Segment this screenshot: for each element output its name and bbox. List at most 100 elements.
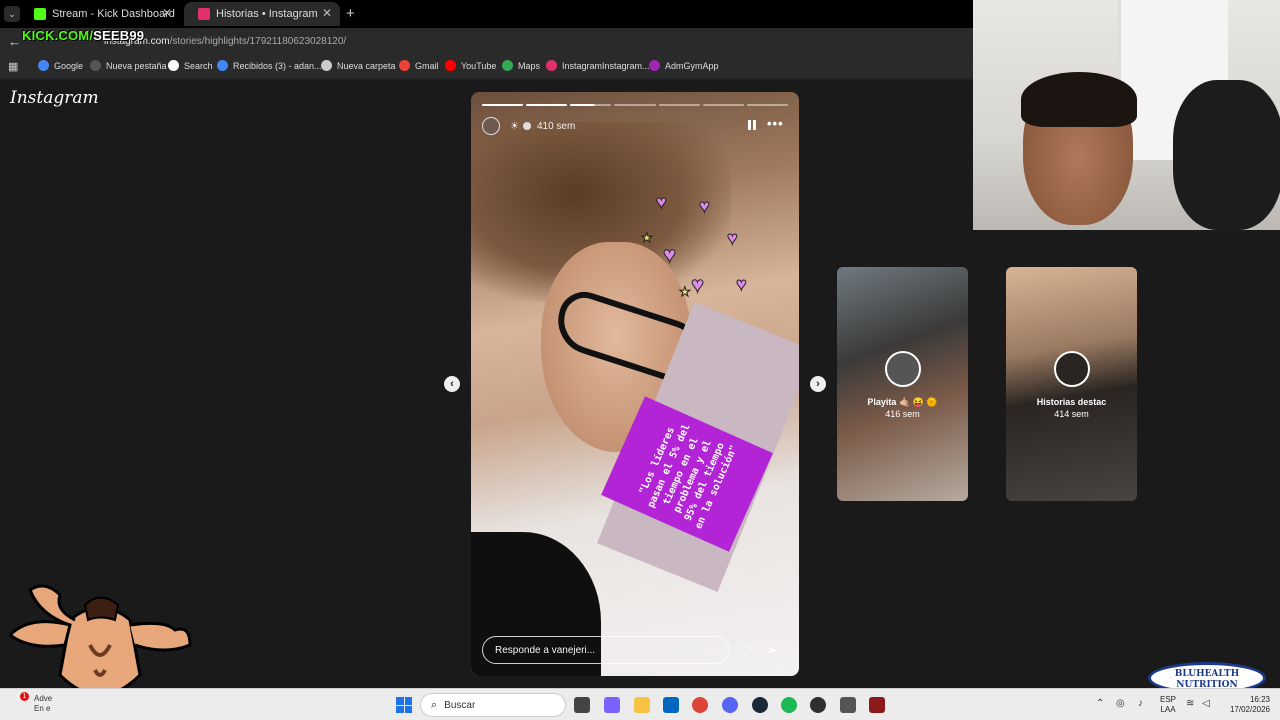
back-arrow-icon[interactable]: ← (8, 34, 21, 49)
heart-icon: ♥ (727, 228, 739, 249)
pause-icon[interactable] (748, 120, 756, 130)
wifi-icon[interactable]: ≋ (1186, 698, 1194, 709)
bookmark-label: Google (54, 60, 84, 71)
chevron-up-icon[interactable]: ⌃ (1096, 698, 1104, 709)
bookmark-item[interactable]: Search (168, 60, 213, 71)
stream-overlay-prefix: KICK.COM/ (22, 28, 94, 43)
discord-icon[interactable] (722, 697, 738, 713)
heart-icon: ♥ (656, 192, 668, 213)
spotify-icon[interactable] (781, 697, 797, 713)
apps-grid-icon[interactable]: ▦ (8, 61, 20, 73)
story-progress-segment (702, 104, 744, 106)
star-icon: ★ (679, 284, 692, 300)
brand-line-1: BLUHEALTH (1174, 669, 1240, 679)
avatar (885, 351, 921, 387)
language-line-2: LAA (1160, 705, 1176, 714)
bookmark-item[interactable]: AdmGymApp (649, 60, 719, 71)
highlight-time: 416 sem (885, 409, 920, 419)
highlight-name: Playita 🤙🏼 😝 🌞 (867, 397, 938, 407)
bookmark-item[interactable]: InstagramInstagram... (546, 60, 650, 71)
task-view-icon[interactable] (574, 697, 590, 713)
youtube-icon (445, 60, 456, 71)
network-icon[interactable]: ◎ (1116, 698, 1125, 709)
tab-instagram-stories[interactable]: Historias • Instagram ✕ (184, 2, 340, 26)
microphone-icon[interactable]: ♪ (1138, 698, 1143, 709)
highlight-preview-historias[interactable]: Historias destac 414 sem (1006, 267, 1137, 501)
highlight-name: Historias destac (1036, 397, 1107, 407)
bookmark-item[interactable]: Nueva carpeta (321, 60, 396, 71)
verified-icon (522, 122, 531, 130)
tab-title: Stream - Kick Dashboard (52, 8, 175, 20)
notification-widget[interactable]: Adve En e (34, 694, 52, 714)
instagram-logo[interactable]: Instagram (10, 88, 99, 108)
more-options-icon[interactable]: ••• (767, 116, 784, 131)
taskbar-search[interactable]: ⌕ Buscar (420, 693, 566, 717)
notification-badge[interactable]: 1 (20, 692, 29, 701)
bookmark-item[interactable]: Gmail (399, 60, 439, 71)
webcam-overlay (973, 0, 1280, 230)
app-icon[interactable] (840, 697, 856, 713)
bookmark-item[interactable]: Nueva pestaña (90, 60, 167, 71)
tab-search-button[interactable]: ⌄ (4, 6, 20, 22)
next-story-button[interactable]: › (810, 376, 826, 392)
bookmark-label: Search (184, 60, 213, 71)
page-icon (90, 60, 101, 71)
taskbar: 1 Adve En e ⌕ Buscar ⌃ ◎ ♪ ESP LAA ≋ ◁ 1… (0, 688, 1280, 720)
app-icon (649, 60, 660, 71)
heart-icon: ♥ (662, 242, 677, 268)
story-progress-segment (746, 104, 788, 106)
search-icon (168, 60, 179, 71)
story-viewer[interactable]: "Los líderes pasan el 5% del tiempo en e… (471, 92, 799, 676)
close-icon[interactable]: ✕ (162, 6, 172, 20)
widgets-icon[interactable] (604, 697, 620, 713)
reply-input[interactable] (482, 636, 730, 664)
google-icon (38, 60, 49, 71)
story-time: 410 sem (536, 120, 576, 132)
heart-like-icon[interactable]: ♡ (739, 641, 753, 661)
obs-icon[interactable] (810, 697, 826, 713)
steam-icon[interactable] (752, 697, 768, 713)
previous-story-button[interactable]: ‹ (444, 376, 460, 392)
notification-line-2: En e (34, 704, 51, 713)
search-icon: ⌕ (431, 698, 438, 711)
send-icon[interactable]: ➢ (766, 641, 779, 659)
bookmark-label: Nueva carpeta (337, 60, 396, 71)
bookmark-item[interactable]: YouTube (445, 60, 496, 71)
stream-overlay-handle: SEEB99 (93, 28, 145, 43)
heart-icon: ♥ (736, 274, 748, 295)
stream-overlay: KICK.COM/SEEB99 (22, 28, 144, 43)
folder-icon (321, 60, 332, 71)
app-icon[interactable] (869, 697, 885, 713)
avatar[interactable] (482, 117, 500, 135)
clock[interactable]: 16:23 17/02/2026 (1222, 695, 1270, 715)
bookmark-label: YouTube (461, 60, 497, 71)
close-icon[interactable]: ✕ (322, 6, 332, 20)
sun-icon: ☀ (510, 120, 519, 132)
bookmark-label: InstagramInstagram... (562, 60, 650, 71)
bookmark-item[interactable]: Maps (502, 60, 540, 71)
instagram-icon (546, 60, 557, 71)
kick-icon (34, 8, 46, 20)
bookmark-label: Gmail (415, 60, 439, 71)
highlight-time: 414 sem (1054, 409, 1089, 419)
tab-kick-dashboard[interactable]: Stream - Kick Dashboard ✕ (20, 2, 180, 26)
store-icon[interactable] (663, 697, 679, 713)
avatar (1054, 351, 1090, 387)
instagram-icon (198, 8, 210, 20)
heart-icon: ♥ (699, 196, 711, 217)
file-explorer-icon[interactable] (634, 697, 650, 713)
language-indicator[interactable]: ESP LAA (1160, 695, 1176, 715)
clock-time: 16:23 (1249, 695, 1270, 704)
new-tab-button[interactable]: + (346, 5, 355, 22)
bookmark-item[interactable]: Google (38, 60, 83, 71)
story-progress-segment (658, 104, 700, 106)
tab-strip: ⌄ Stream - Kick Dashboard ✕ Historias • … (0, 0, 973, 28)
windows-start-icon[interactable] (396, 697, 412, 713)
hearts-sticker: ♥ ♥ ♥ ♥ ♥ ♥ ★ ★ (641, 192, 781, 312)
maps-icon (502, 60, 513, 71)
bookmark-item[interactable]: Recibidos (3) - adan... (217, 60, 322, 71)
volume-icon[interactable]: ◁ (1202, 698, 1210, 709)
clock-date: 17/02/2026 (1229, 705, 1270, 714)
chrome-icon[interactable] (692, 697, 708, 713)
highlight-preview-playita[interactable]: Playita 🤙🏼 😝 🌞 416 sem (837, 267, 968, 501)
